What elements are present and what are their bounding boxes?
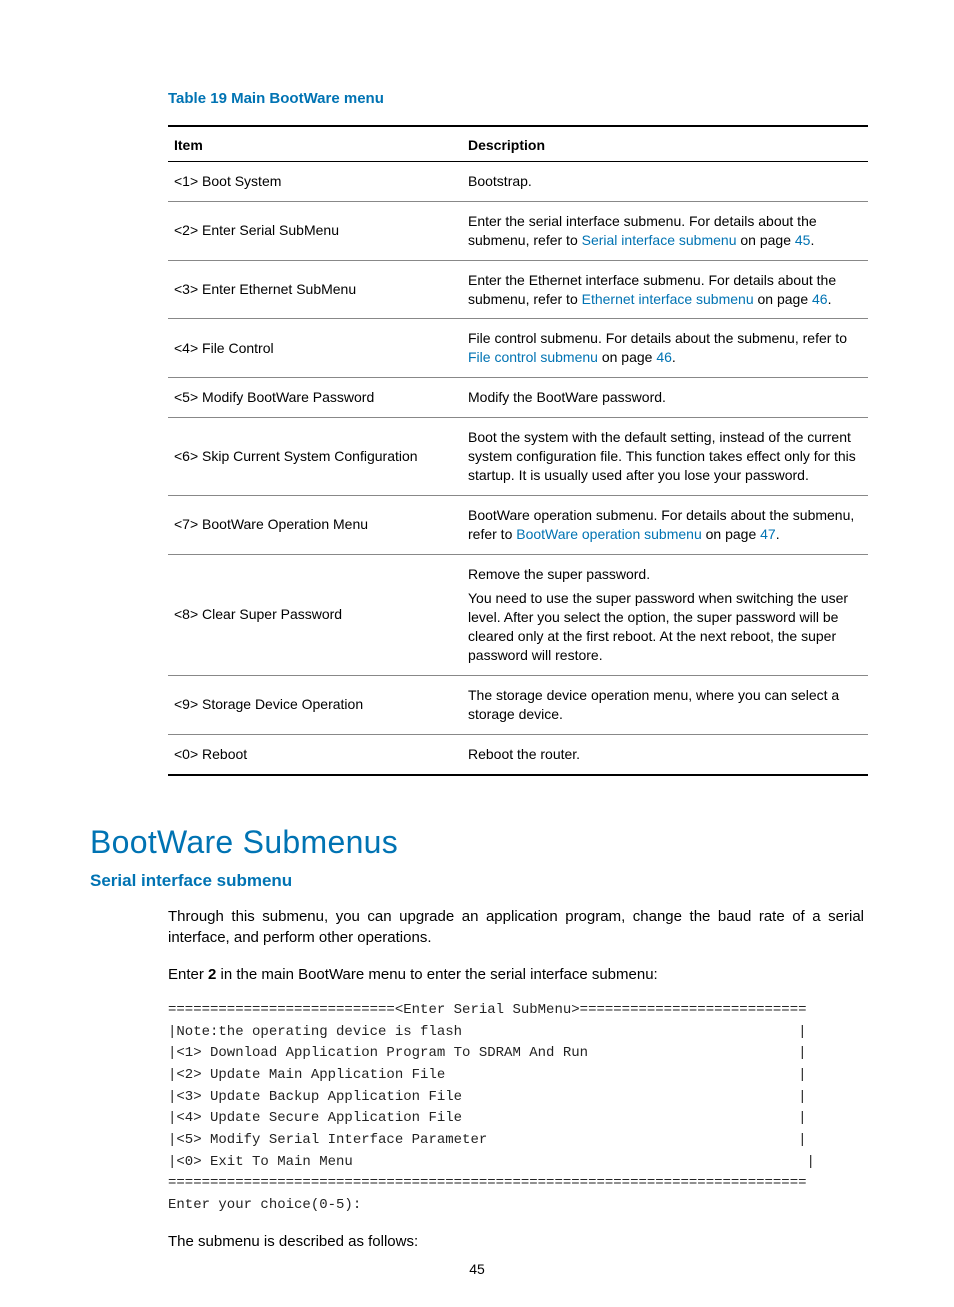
- desc-paragraph: File control submenu. For details about …: [468, 329, 862, 367]
- cell-item: <9> Storage Device Operation: [168, 676, 462, 735]
- cell-item: <3> Enter Ethernet SubMenu: [168, 260, 462, 319]
- cross-reference-link[interactable]: File control submenu: [468, 349, 598, 365]
- table-row: <9> Storage Device OperationThe storage …: [168, 676, 868, 735]
- table-row: <4> File ControlFile control submenu. Fo…: [168, 319, 868, 378]
- desc-paragraph: BootWare operation submenu. For details …: [468, 506, 862, 544]
- desc-paragraph: Bootstrap.: [468, 172, 862, 191]
- cell-desc: Remove the super password. You need to us…: [462, 554, 868, 675]
- cell-desc: The storage device operation menu, where…: [462, 676, 868, 735]
- table-header-desc: Description: [462, 126, 868, 162]
- table-row: <6> Skip Current System ConfigurationBoo…: [168, 418, 868, 496]
- table-caption: Table 19 Main BootWare menu: [168, 90, 864, 107]
- page-container: Table 19 Main BootWare menu Item Descrip…: [0, 0, 954, 1307]
- cell-desc: Bootstrap.: [462, 162, 868, 202]
- enter-pre: Enter: [168, 966, 208, 983]
- cell-desc: Boot the system with the default setting…: [462, 418, 868, 496]
- cell-desc: File control submenu. For details about …: [462, 319, 868, 378]
- cross-reference-link[interactable]: Serial interface submenu: [582, 232, 737, 248]
- table-row: <7> BootWare Operation MenuBootWare oper…: [168, 495, 868, 554]
- cross-reference-link[interactable]: BootWare operation submenu: [516, 526, 701, 542]
- table-row: <1> Boot System Bootstrap.: [168, 162, 868, 202]
- page-reference-link[interactable]: 45: [795, 232, 811, 248]
- page-number: 45: [0, 1261, 954, 1277]
- table-row: <8> Clear Super PasswordRemove the super…: [168, 554, 868, 675]
- cell-item: <0> Reboot: [168, 734, 462, 774]
- table-row: <3> Enter Ethernet SubMenuEnter the Ethe…: [168, 260, 868, 319]
- desc-paragraph: The storage device operation menu, where…: [468, 686, 862, 724]
- desc-paragraph: Enter the Ethernet interface submenu. Fo…: [468, 271, 862, 309]
- cell-item: <1> Boot System: [168, 162, 462, 202]
- followup-paragraph: The submenu is described as follows:: [168, 1231, 864, 1253]
- table-header-item: Item: [168, 126, 462, 162]
- cell-desc: Reboot the router.: [462, 734, 868, 774]
- desc-paragraph: Reboot the router.: [468, 745, 862, 764]
- subsection-heading: Serial interface submenu: [90, 871, 864, 891]
- cell-item: <6> Skip Current System Configuration: [168, 418, 462, 496]
- page-reference-link[interactable]: 47: [760, 526, 776, 542]
- enter-post: in the main BootWare menu to enter the s…: [216, 966, 657, 983]
- page-reference-link[interactable]: 46: [812, 291, 828, 307]
- enter-instruction: Enter 2 in the main BootWare menu to ent…: [168, 964, 864, 986]
- intro-paragraph: Through this submenu, you can upgrade an…: [168, 906, 864, 950]
- cell-desc: Enter the serial interface submenu. For …: [462, 201, 868, 260]
- cell-desc: BootWare operation submenu. For details …: [462, 495, 868, 554]
- section-heading: BootWare Submenus: [90, 824, 864, 861]
- table-body: <1> Boot System Bootstrap. <2> Enter Seria…: [168, 162, 868, 775]
- cell-item: <4> File Control: [168, 319, 462, 378]
- table-row: <2> Enter Serial SubMenuEnter the serial…: [168, 201, 868, 260]
- desc-paragraph: You need to use the super password when …: [468, 589, 862, 665]
- terminal-output: ===========================<Enter Serial…: [168, 1000, 864, 1217]
- cell-item: <8> Clear Super Password: [168, 554, 462, 675]
- cell-desc: Modify the BootWare password.: [462, 378, 868, 418]
- page-reference-link[interactable]: 46: [656, 349, 672, 365]
- cell-item: <5> Modify BootWare Password: [168, 378, 462, 418]
- table-row: <0> Reboot Reboot the router.: [168, 734, 868, 774]
- cell-item: <2> Enter Serial SubMenu: [168, 201, 462, 260]
- desc-paragraph: Boot the system with the default setting…: [468, 428, 862, 485]
- bootware-menu-table: Item Description <1> Boot System Bootstra…: [168, 125, 868, 776]
- desc-paragraph: Enter the serial interface submenu. For …: [468, 212, 862, 250]
- cell-desc: Enter the Ethernet interface submenu. Fo…: [462, 260, 868, 319]
- desc-paragraph: Remove the super password.: [468, 565, 862, 584]
- table-row: <5> Modify BootWare Password Modify the B…: [168, 378, 868, 418]
- cell-item: <7> BootWare Operation Menu: [168, 495, 462, 554]
- desc-paragraph: Modify the BootWare password.: [468, 388, 862, 407]
- cross-reference-link[interactable]: Ethernet interface submenu: [582, 291, 754, 307]
